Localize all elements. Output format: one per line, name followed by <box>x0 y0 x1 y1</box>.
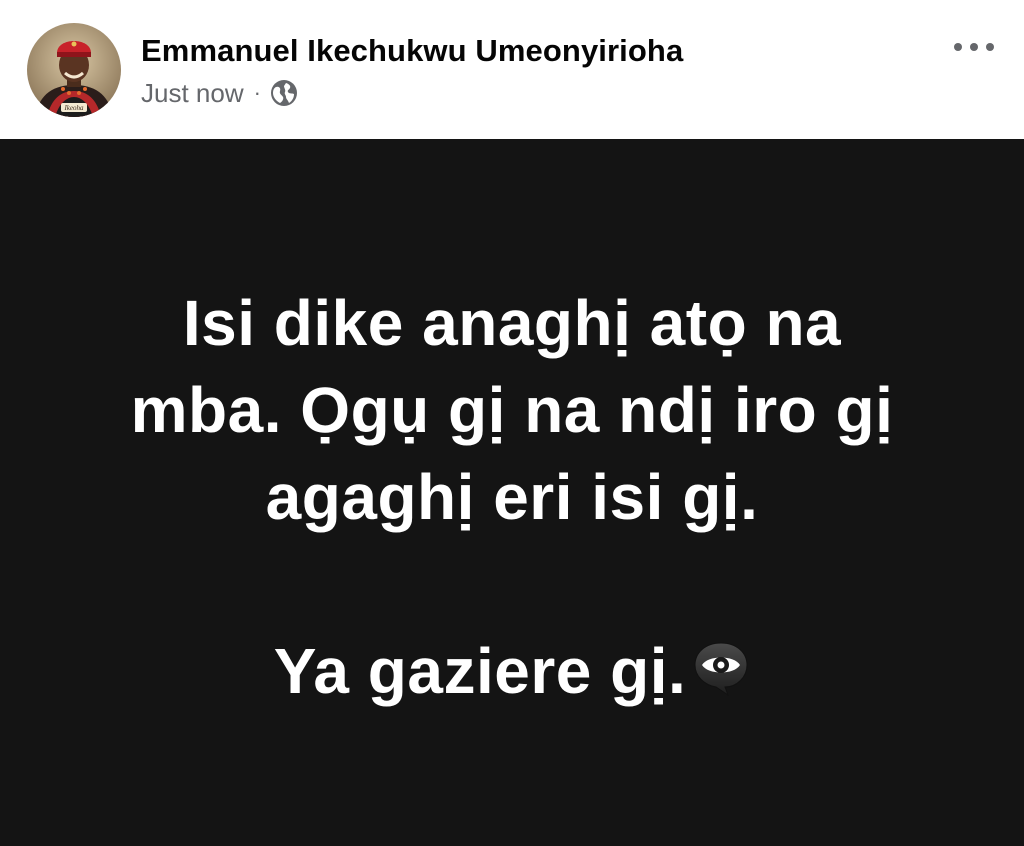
avatar-badge-text: Ikeoha <box>63 104 84 112</box>
post-meta: Just now · <box>141 76 299 110</box>
author-name[interactable]: Emmanuel Ikechukwu Umeonyirioha <box>141 32 683 70</box>
more-dot <box>970 43 978 51</box>
post-timestamp[interactable]: Just now <box>141 78 244 109</box>
more-options-icon[interactable] <box>954 34 994 60</box>
meta-separator: · <box>253 80 261 105</box>
more-dot <box>954 43 962 51</box>
status-line: agaghị eri isi gị. <box>265 461 759 533</box>
status-text: Isi dike anaghị atọ na mba. Ọgụ gị na nd… <box>60 280 964 715</box>
status-background: Isi dike anaghị atọ na mba. Ọgụ gị na nd… <box>0 139 1024 846</box>
more-dot <box>986 43 994 51</box>
status-gap <box>60 541 964 628</box>
status-line: Isi dike anaghị atọ na <box>182 287 842 359</box>
author-avatar[interactable]: Ikeoha <box>27 23 121 117</box>
facebook-post: Ikeoha Emmanuel Ikechukwu Umeonyirioha J… <box>0 0 1024 846</box>
status-closing-text: Ya gaziere gị. <box>273 635 687 707</box>
status-closing-line: Ya gaziere gị. <box>60 628 964 715</box>
status-line: mba. Ọgụ gị na ndị iro gị <box>130 374 894 446</box>
globe-icon[interactable] <box>269 78 299 108</box>
eye-in-speech-bubble-icon <box>692 632 750 697</box>
avatar-photo: Ikeoha <box>27 23 121 117</box>
post-header: Ikeoha Emmanuel Ikechukwu Umeonyirioha J… <box>0 0 1024 139</box>
